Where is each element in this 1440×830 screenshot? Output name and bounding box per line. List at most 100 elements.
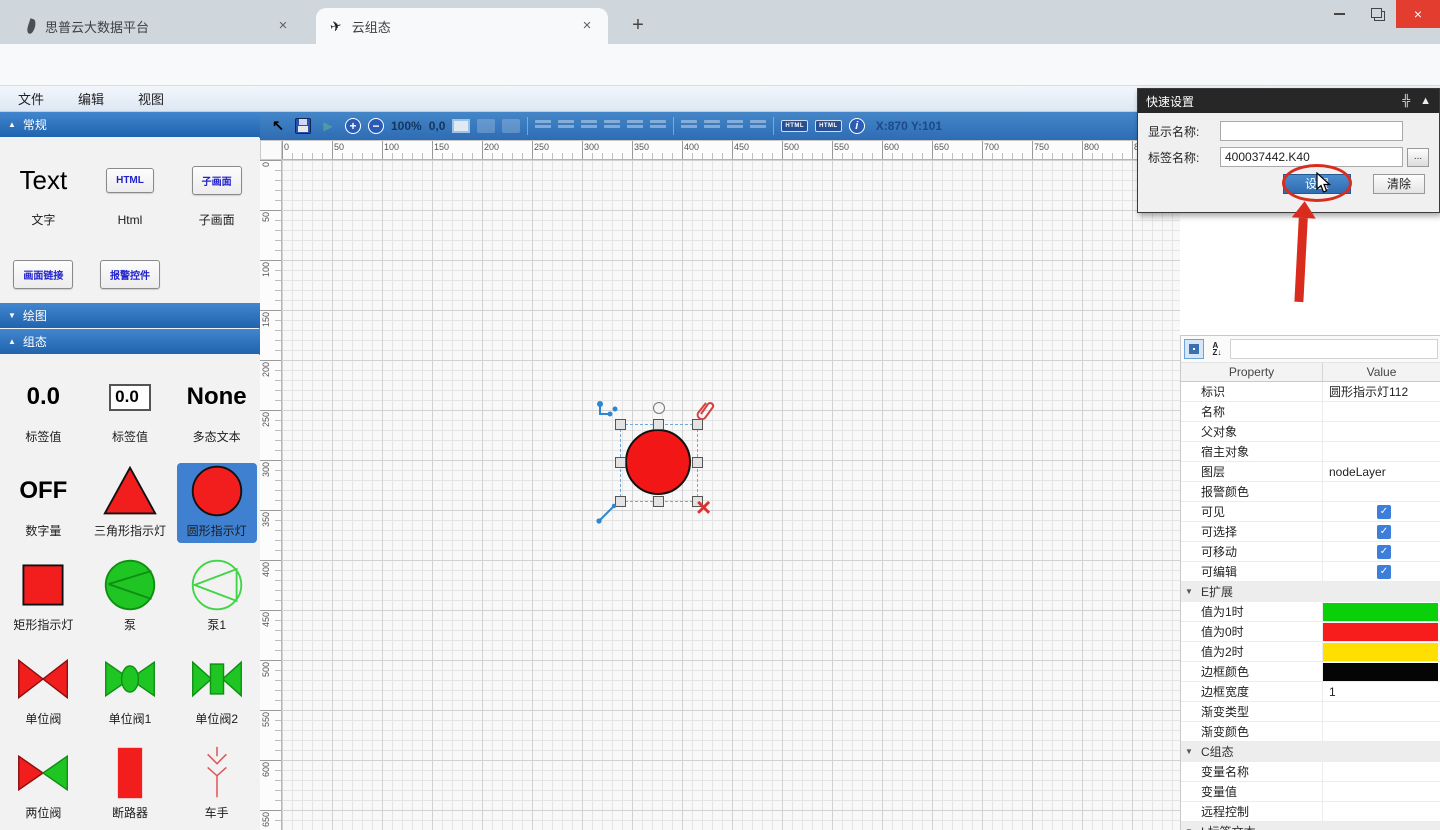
property-row-宿主对象[interactable]: 宿主对象 [1181,442,1440,462]
property-value[interactable] [1323,482,1440,501]
component-item-标签值[interactable]: 0.0标签值 [90,369,170,449]
distribute-h-icon[interactable] [681,120,697,132]
property-value[interactable]: ✓ [1323,522,1440,541]
resize-handle-n[interactable] [653,419,664,430]
connector-icon[interactable] [596,400,620,424]
restore-button[interactable] [1358,0,1396,28]
property-row-图层[interactable]: 图层nodeLayer [1181,462,1440,482]
resize-handle-e[interactable] [692,457,703,468]
property-value[interactable] [1323,602,1440,621]
attach-paperclip-icon[interactable] [695,400,717,422]
property-row-值为2时[interactable]: 值为2时 [1181,642,1440,662]
property-row-渐变类型[interactable]: 渐变类型 [1181,702,1440,722]
close-button[interactable]: × [1396,0,1440,28]
menu-file[interactable]: 文件 [18,89,44,108]
property-row-变量名称[interactable]: 变量名称 [1181,762,1440,782]
categorize-icon[interactable] [1184,339,1204,359]
browse-tags-button[interactable]: ... [1407,148,1429,167]
tab-platform[interactable]: 思普云大数据平台 × [14,8,304,44]
rotate-handle[interactable] [653,402,665,414]
menu-edit[interactable]: 编辑 [78,89,104,108]
property-row-远程控制[interactable]: 远程控制 [1181,802,1440,822]
property-value[interactable] [1323,722,1440,741]
align-middle-icon[interactable] [627,120,643,132]
copy-icon[interactable] [477,119,495,133]
property-value[interactable] [1323,702,1440,721]
property-value[interactable] [1323,802,1440,821]
property-value[interactable]: 1 [1323,682,1440,701]
sort-az-icon[interactable]: AZ↓ [1207,339,1227,359]
checkbox-checked[interactable]: ✓ [1377,525,1391,539]
align-top-icon[interactable] [604,120,620,132]
design-canvas[interactable] [282,160,1180,830]
zoom-out-icon[interactable]: − [368,118,384,134]
property-row-名称[interactable]: 名称 [1181,402,1440,422]
dialog-title-bar[interactable]: 快速设置 ╬ ▲ [1138,89,1439,113]
property-value[interactable] [1323,642,1440,661]
html-preview-icon[interactable]: HTML [815,120,842,132]
component-item-pump1[interactable]: 泵1 [177,557,257,637]
component-item-triangle-light[interactable]: 三角形指示灯 [90,463,170,543]
property-row-可见[interactable]: 可见✓ [1181,502,1440,522]
checkbox-checked[interactable]: ✓ [1377,545,1391,559]
clear-button[interactable]: 清除 [1373,174,1425,194]
component-item-handcart[interactable]: 车手 [177,745,257,825]
color-swatch[interactable] [1323,663,1438,681]
property-value[interactable] [1323,582,1440,601]
property-row-可移动[interactable]: 可移动✓ [1181,542,1440,562]
tab-close-icon[interactable]: × [274,17,292,35]
component-item-Html[interactable]: HTMLHtml [90,152,170,232]
component-item-画面链接[interactable]: 画面链接画面链接 [3,246,83,303]
property-row-可编辑[interactable]: 可编辑✓ [1181,562,1440,582]
resize-handle-s[interactable] [653,496,664,507]
property-value[interactable] [1323,782,1440,801]
component-item-多态文本[interactable]: None多态文本 [177,369,257,449]
group-collapse-icon[interactable]: ▼ [1181,742,1197,761]
property-row-标识[interactable]: 标识圆形指示灯112 [1181,382,1440,402]
section-scada[interactable]: ▲ 组态 [0,329,260,354]
property-row-值为0时[interactable]: 值为0时 [1181,622,1440,642]
tab-scada-editor[interactable]: 云组态 × [316,8,608,44]
line-draw-handle[interactable] [596,502,618,524]
property-row-报警颜色[interactable]: 报警颜色 [1181,482,1440,502]
distribute-v-icon[interactable] [750,120,766,132]
delete-icon[interactable] [696,496,711,518]
component-item-rect-light[interactable]: 矩形指示灯 [3,557,83,637]
minimize-button[interactable] [1320,0,1358,28]
property-value[interactable]: ✓ [1323,502,1440,521]
color-swatch[interactable] [1323,603,1438,621]
circle-indicator-shape[interactable] [625,429,691,495]
property-value[interactable] [1323,742,1440,761]
component-item-valve[interactable]: 单位阀 [3,651,83,731]
property-value[interactable]: ✓ [1323,542,1440,561]
component-item-breaker[interactable]: 断路器 [90,745,170,825]
property-value[interactable]: nodeLayer [1323,462,1440,481]
property-value[interactable] [1323,662,1440,681]
property-row-变量值[interactable]: 变量值 [1181,782,1440,802]
property-value[interactable]: 圆形指示灯112 [1323,382,1440,401]
component-item-标签值[interactable]: 0.0标签值 [3,369,83,449]
info-icon[interactable]: i [849,118,865,134]
property-value[interactable] [1323,422,1440,441]
run-icon[interactable]: ▶ [318,116,338,136]
property-row-值为1时[interactable]: 值为1时 [1181,602,1440,622]
checkbox-checked[interactable]: ✓ [1377,505,1391,519]
resize-handle-w[interactable] [615,457,626,468]
html-export-icon[interactable]: HTML [781,120,808,132]
component-item-数字量[interactable]: OFF数字量 [3,463,83,543]
section-drawing[interactable]: ▼ 绘图 [0,303,260,328]
property-row-边框宽度[interactable]: 边框宽度1 [1181,682,1440,702]
property-column-header[interactable]: Property [1181,363,1323,381]
property-row-L标签文本[interactable]: ▼L标签文本 [1181,822,1440,830]
color-swatch[interactable] [1323,643,1438,661]
property-row-父对象[interactable]: 父对象 [1181,422,1440,442]
canvas-settings-icon[interactable] [452,119,470,133]
property-filter-field[interactable] [1230,339,1438,359]
display-name-input[interactable] [1220,121,1403,141]
property-value[interactable]: ✓ [1323,562,1440,581]
property-value[interactable] [1323,622,1440,641]
component-item-文字[interactable]: Text文字 [3,152,83,232]
component-item-valve2[interactable]: 单位阀2 [177,651,257,731]
property-row-可选择[interactable]: 可选择✓ [1181,522,1440,542]
paste-icon[interactable] [502,119,520,133]
